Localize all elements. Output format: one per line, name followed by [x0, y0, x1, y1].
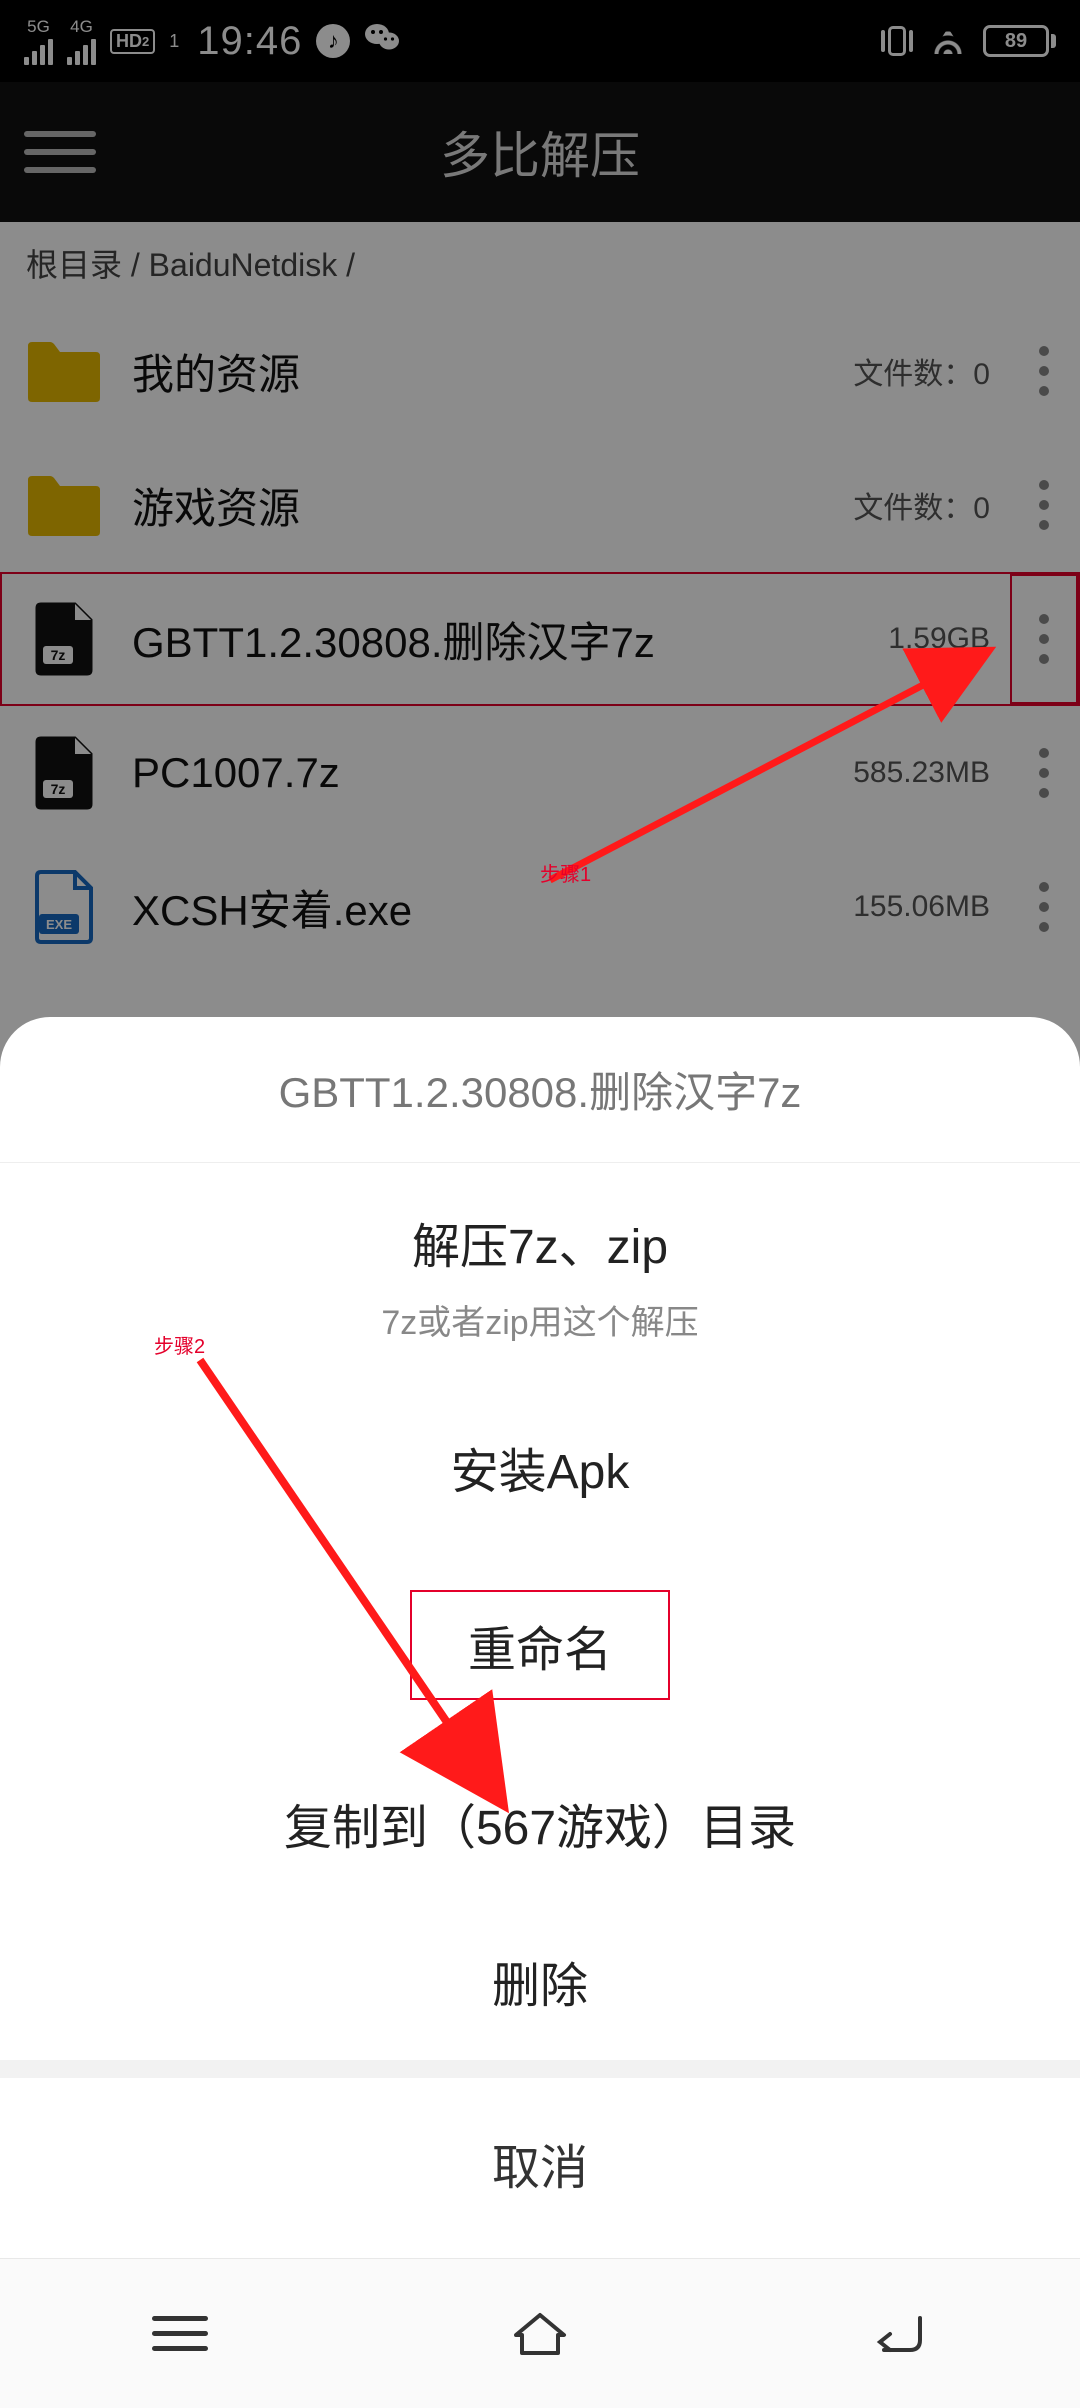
more-button[interactable] — [1008, 572, 1080, 706]
wechat-icon — [364, 21, 400, 61]
vibrate-icon — [881, 26, 913, 56]
sheet-item-sub: 7z或者zip用这个解压 — [0, 1295, 1080, 1344]
nav-recents-button[interactable] — [120, 2304, 240, 2364]
music-icon: ♪ — [316, 24, 350, 58]
status-bar: 5G 4G HD2 1 19:46 ♪ 89 — [0, 0, 1080, 82]
hd-badge: HD2 — [110, 29, 155, 54]
more-button[interactable] — [1008, 840, 1080, 974]
file-row-folder[interactable]: 游戏资源 文件数：0 — [0, 438, 1080, 572]
file-meta: 155.06MB — [853, 890, 990, 924]
archive-7z-icon: 7z — [26, 738, 102, 808]
signal-1: 5G — [24, 18, 53, 65]
sheet-divider — [0, 2060, 1080, 2078]
system-nav-bar — [0, 2258, 1080, 2408]
more-button[interactable] — [1008, 438, 1080, 572]
app-title: 多比解压 — [0, 116, 1080, 188]
file-meta: 585.23MB — [853, 756, 990, 790]
nav-back-button[interactable] — [840, 2304, 960, 2364]
sheet-cancel[interactable]: 取消 — [0, 2078, 1080, 2258]
file-name: PC1007.7z — [132, 749, 853, 797]
signal-2: 4G — [67, 18, 96, 65]
file-name: XCSH安着.exe — [132, 877, 853, 938]
file-row-archive[interactable]: 7z GBTT1.2.30808.删除汉字7z 1.59GB — [0, 572, 1080, 706]
sheet-item-label: 解压7z、zip — [0, 1207, 1080, 1277]
exe-icon: EXE — [26, 872, 102, 942]
folder-icon — [26, 336, 102, 406]
sheet-item-label: 删除 — [0, 1946, 1080, 2016]
clock: 19:46 — [197, 19, 302, 64]
file-row-archive[interactable]: 7z PC1007.7z 585.23MB — [0, 706, 1080, 840]
svg-text:EXE: EXE — [46, 917, 72, 932]
file-list: 我的资源 文件数：0 游戏资源 文件数：0 7z GBTT1.2.30808.删… — [0, 304, 1080, 974]
app-header: 多比解压 — [0, 82, 1080, 222]
sheet-title: GBTT1.2.30808.删除汉字7z — [0, 1059, 1080, 1163]
more-button[interactable] — [1008, 304, 1080, 438]
sheet-item-label: 复制到（567游戏）目录 — [0, 1788, 1080, 1858]
wifi-icon — [931, 28, 965, 54]
sheet-item-rename[interactable]: 重命名 — [0, 1546, 1080, 1744]
svg-text:7z: 7z — [51, 781, 66, 797]
archive-7z-icon: 7z — [26, 604, 102, 674]
sheet-item-extract[interactable]: 解压7z、zip 7z或者zip用这个解压 — [0, 1163, 1080, 1388]
more-button[interactable] — [1008, 706, 1080, 840]
file-row-exe[interactable]: EXE XCSH安着.exe 155.06MB — [0, 840, 1080, 974]
file-meta: 1.59GB — [888, 622, 990, 656]
sheet-item-copy[interactable]: 复制到（567游戏）目录 — [0, 1744, 1080, 1902]
file-name: 我的资源 — [132, 341, 853, 402]
svg-text:7z: 7z — [51, 647, 66, 663]
folder-icon — [26, 470, 102, 540]
sim-slot: 1 — [169, 31, 179, 52]
sheet-item-label: 重命名 — [468, 1624, 612, 1677]
sheet-item-install-apk[interactable]: 安装Apk — [0, 1388, 1080, 1546]
battery-indicator: 89 — [983, 25, 1056, 57]
sheet-item-label: 安装Apk — [0, 1432, 1080, 1502]
breadcrumb[interactable]: 根目录 / BaiduNetdisk / — [0, 222, 1080, 304]
file-meta: 文件数：0 — [853, 483, 990, 527]
nav-home-button[interactable] — [480, 2304, 600, 2364]
file-meta: 文件数：0 — [853, 349, 990, 393]
action-sheet: GBTT1.2.30808.删除汉字7z 解压7z、zip 7z或者zip用这个… — [0, 1017, 1080, 2258]
file-row-folder[interactable]: 我的资源 文件数：0 — [0, 304, 1080, 438]
file-name: 游戏资源 — [132, 475, 853, 536]
sheet-item-delete[interactable]: 删除 — [0, 1902, 1080, 2060]
file-name: GBTT1.2.30808.删除汉字7z — [132, 609, 888, 670]
